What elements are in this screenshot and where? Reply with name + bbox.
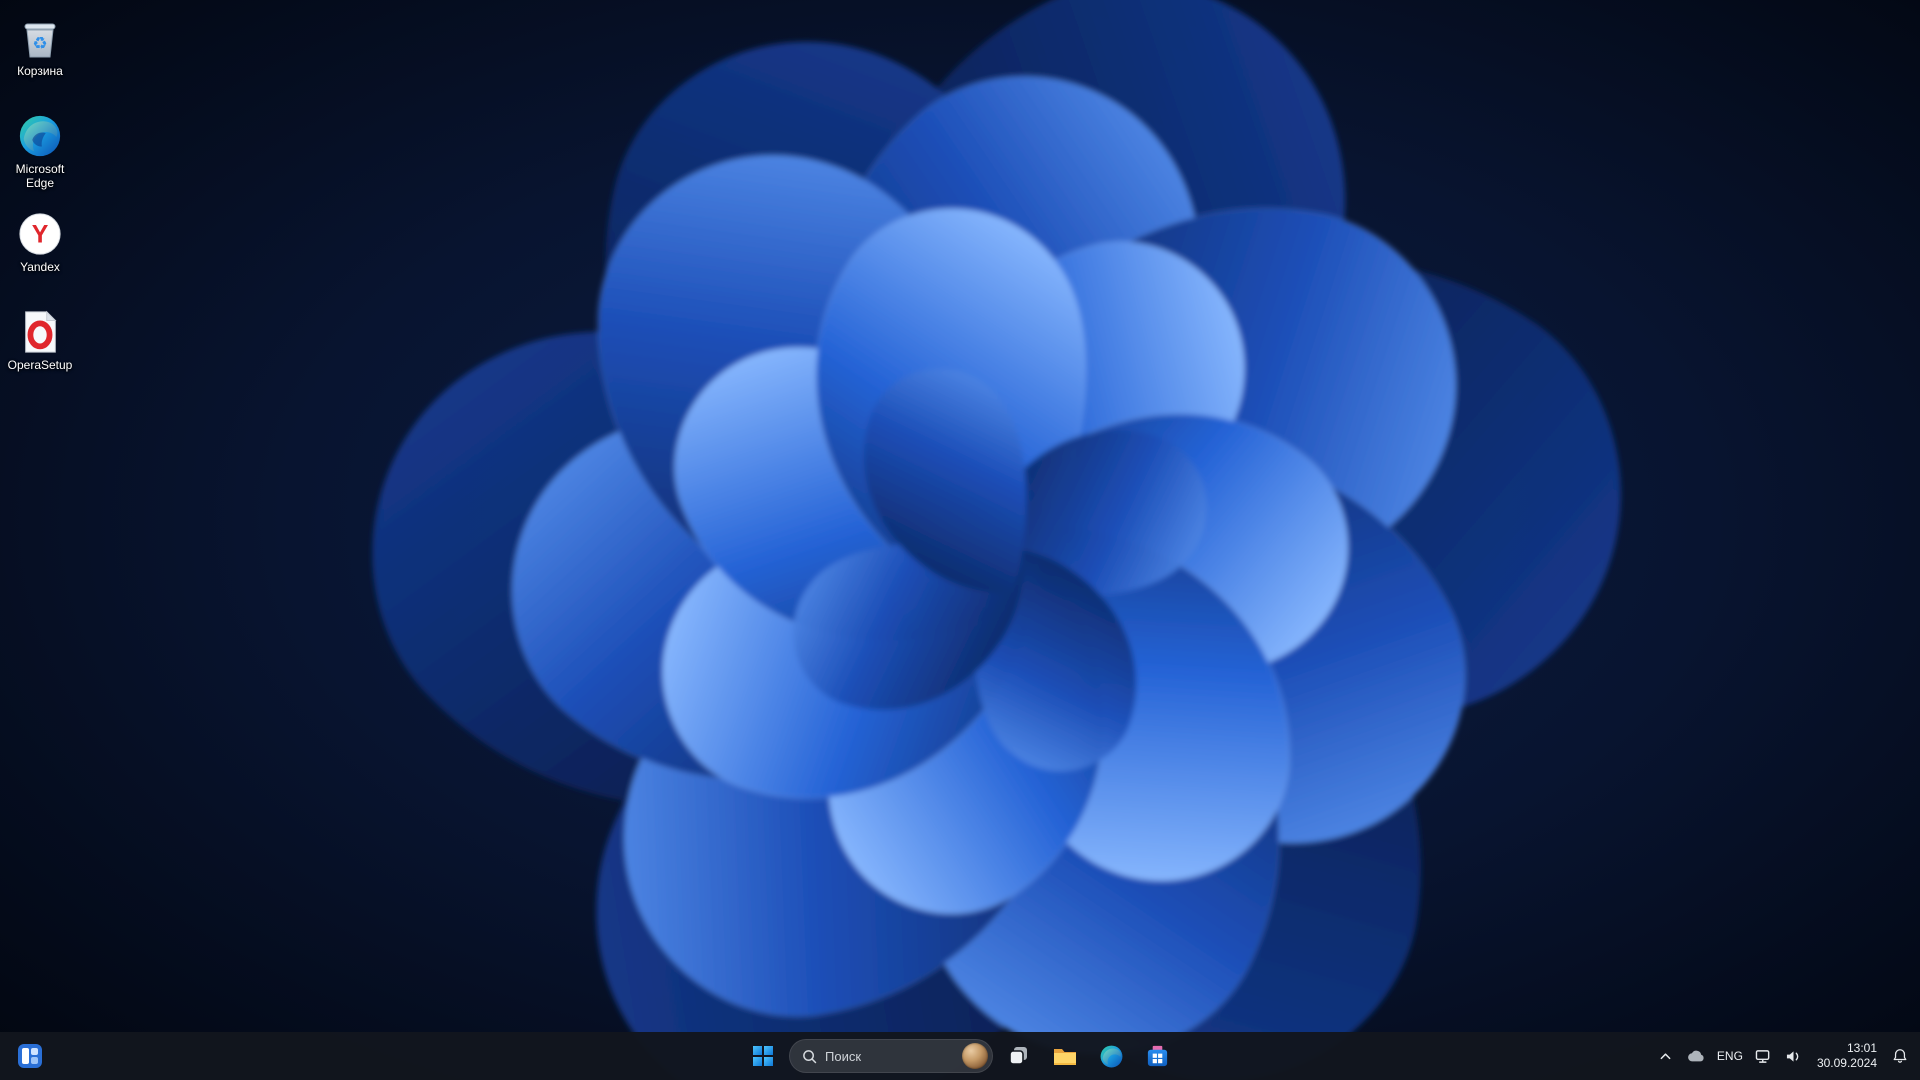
- volume-button[interactable]: [1780, 1036, 1808, 1076]
- speaker-icon: [1787, 1050, 1799, 1062]
- time-label: 13:01: [1846, 1041, 1877, 1055]
- network-button[interactable]: [1750, 1036, 1778, 1076]
- yandex-icon: Y: [16, 210, 64, 258]
- file-explorer-icon: [1054, 1049, 1076, 1065]
- opera-setup-icon: [16, 308, 64, 356]
- edge-icon: [1100, 1045, 1122, 1067]
- search-box[interactable]: [789, 1039, 993, 1073]
- start-button[interactable]: [743, 1036, 783, 1076]
- edge-taskbar-button[interactable]: [1091, 1036, 1131, 1076]
- desktop-icon-label: Yandex: [20, 260, 60, 274]
- search-input[interactable]: [825, 1048, 941, 1064]
- desktop-icon-microsoft-edge[interactable]: Microsoft Edge: [2, 112, 78, 191]
- network-icon: [1756, 1049, 1770, 1063]
- desktop-screen: ♻ Корзина Microsoft Edge Y Yandex OperaS…: [0, 0, 1920, 1080]
- chevron-up-icon: [1661, 1052, 1671, 1059]
- hidden-icons-chevron-button[interactable]: [1652, 1036, 1680, 1076]
- desktop-icon-recycle-bin[interactable]: ♻ Корзина: [2, 14, 78, 79]
- search-highlight-image[interactable]: [962, 1043, 988, 1069]
- wallpaper: [0, 0, 1920, 1080]
- svg-text:Y: Y: [32, 221, 49, 249]
- search-icon: [803, 1049, 817, 1063]
- notification-bell-icon: [1893, 1049, 1907, 1063]
- widgets-icon: [18, 1044, 42, 1068]
- recycle-bin-icon: ♻: [16, 14, 64, 62]
- microsoft-store-button[interactable]: [1137, 1036, 1177, 1076]
- taskbar: ENG 13:01 30.09.2024: [0, 1032, 1920, 1080]
- date-label: 30.09.2024: [1816, 1056, 1877, 1070]
- svg-text:♻: ♻: [32, 34, 47, 54]
- file-explorer-button[interactable]: [1045, 1036, 1085, 1076]
- edge-icon: [16, 112, 64, 160]
- language-label: ENG: [1716, 1049, 1743, 1063]
- desktop-icon-yandex[interactable]: Y Yandex: [2, 210, 78, 275]
- windows-logo-icon: [753, 1046, 773, 1066]
- desktop-icon-label: OperaSetup: [7, 358, 73, 372]
- task-view-icon: [1009, 1047, 1027, 1065]
- clock[interactable]: 13:01 30.09.2024: [1810, 1036, 1884, 1076]
- language-indicator[interactable]: ENG: [1712, 1036, 1748, 1076]
- desktop-icon-opera-setup[interactable]: OperaSetup: [2, 308, 78, 373]
- notification-center-button[interactable]: [1886, 1036, 1914, 1076]
- desktop-icon-label: Microsoft Edge: [15, 162, 65, 190]
- widgets-button[interactable]: [10, 1036, 50, 1076]
- cloud-icon: [1688, 1050, 1704, 1062]
- microsoft-store-icon: [1147, 1045, 1167, 1066]
- task-view-button[interactable]: [999, 1036, 1039, 1076]
- desktop-icon-label: Корзина: [17, 64, 63, 78]
- onedrive-tray-button[interactable]: [1682, 1036, 1710, 1076]
